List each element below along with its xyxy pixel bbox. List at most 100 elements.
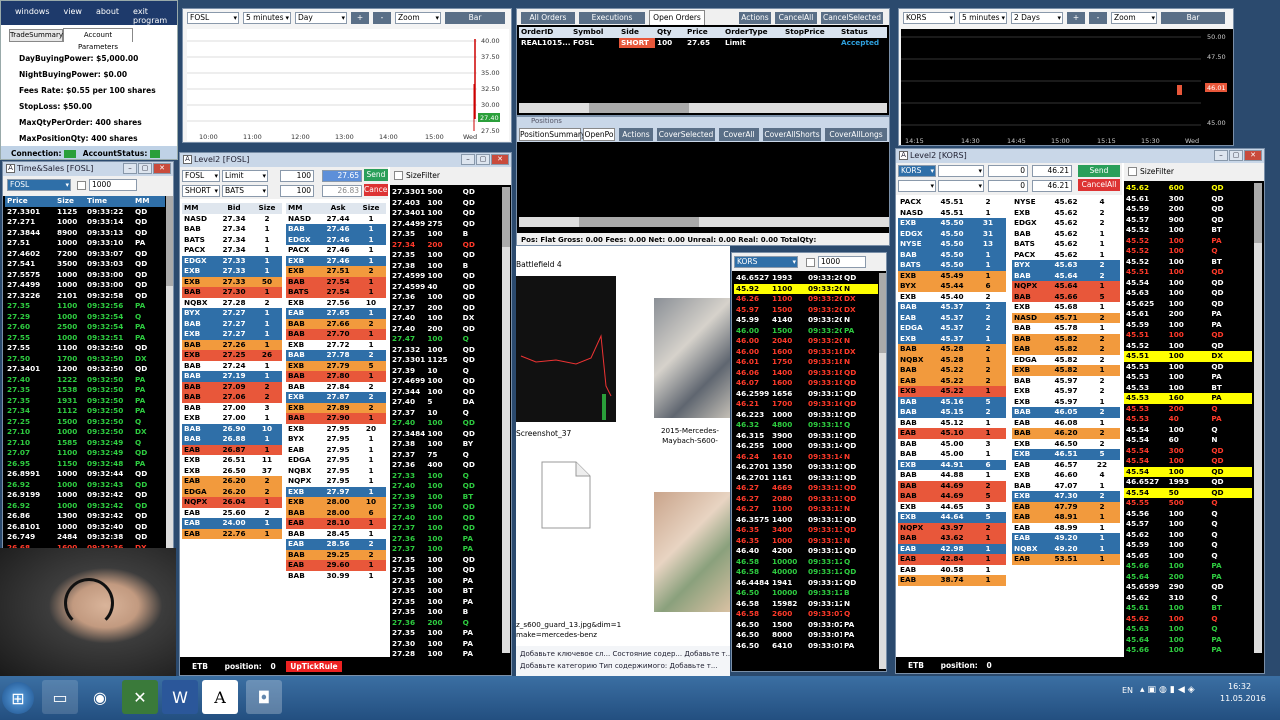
ask-row[interactable]: BAB 46.20 2 <box>1012 428 1120 439</box>
bid-row[interactable]: EXB 44.65 3 <box>898 501 1006 512</box>
bid-row[interactable]: NQPX 26.04 1 <box>182 497 282 508</box>
ask-row[interactable]: EXB 27.46 1 <box>286 255 386 266</box>
col-price[interactable]: Price <box>5 196 55 207</box>
language-indicator[interactable]: EN <box>1122 686 1133 695</box>
ask-row[interactable]: BAB 45.78 1 <box>1012 323 1120 334</box>
chart-zoom-select[interactable]: Zoom <box>395 12 441 24</box>
col-ask[interactable]: Ask <box>320 203 356 214</box>
ask-row[interactable]: BAB 27.54 1 <box>286 276 386 287</box>
bid-row[interactable]: BAB 45.28 2 <box>898 344 1006 355</box>
l2-qty2-input[interactable]: 0 <box>988 180 1028 192</box>
bid-row[interactable]: EAB 24.00 1 <box>182 518 282 529</box>
level2-fosl-title-bar[interactable]: A Level2 [FOSL] – ▢ ✕ <box>180 153 511 167</box>
ask-row[interactable]: EXB 45.97 1 <box>1012 396 1120 407</box>
ask-row[interactable]: EXB 27.97 1 <box>286 486 386 497</box>
col-symbol[interactable]: Symbol <box>571 27 619 38</box>
l2-send-button[interactable]: Send <box>364 169 388 181</box>
col-mm[interactable]: MM <box>286 203 320 214</box>
chart-type-button[interactable]: Bar <box>1161 12 1225 24</box>
cancel-all-button[interactable]: CancelAll <box>775 12 817 24</box>
level2-kors-title-bar[interactable]: A Level2 [KORS] – ▢ ✕ <box>896 149 1264 163</box>
chart-zoom-select[interactable]: Zoom <box>1111 12 1157 24</box>
maximize-button[interactable]: ▢ <box>138 163 152 174</box>
ask-row[interactable]: BAB 27.70 1 <box>286 329 386 340</box>
ask-row[interactable]: EXB 46.60 4 <box>1012 470 1120 481</box>
ask-row[interactable]: EAB 47.79 2 <box>1012 501 1120 512</box>
ask-row[interactable]: BAB 47.07 1 <box>1012 480 1120 491</box>
bid-row[interactable]: BAB 45.16 5 <box>898 396 1006 407</box>
ask-row[interactable]: EAB 29.60 1 <box>286 560 386 571</box>
order-row[interactable]: REAL1015... FOSL SHORT 100 27.65 Limit A… <box>519 37 887 48</box>
ask-row[interactable]: EAB 45.82 2 <box>1012 344 1120 355</box>
tab-open-positions[interactable]: OpenPo <box>583 128 615 141</box>
word-icon[interactable]: W <box>162 680 198 714</box>
positions-actions-menu[interactable]: Actions <box>619 128 653 141</box>
bid-row[interactable]: NQPX 43.97 2 <box>898 522 1006 533</box>
ask-row[interactable]: BAB 27.90 1 <box>286 413 386 424</box>
ts-size-filter-checkbox[interactable] <box>77 181 86 190</box>
col-stopprice[interactable]: StopPrice <box>783 27 839 38</box>
l2-qty2-input[interactable]: 100 <box>280 185 314 197</box>
bid-row[interactable]: EXB 27.00 1 <box>182 413 282 424</box>
l2-stop-price-input[interactable]: 46.21 <box>1032 180 1072 192</box>
ask-row[interactable]: BAB 27.78 2 <box>286 350 386 361</box>
chrome-icon[interactable]: ◉ <box>82 680 118 714</box>
chart-interval-select[interactable]: 5 minutes <box>959 12 1007 24</box>
chart-zoom-out-button[interactable]: - <box>1089 12 1107 24</box>
time-sales-title-bar[interactable]: A Time&Sales [FOSL] – ▢ ✕ <box>3 162 173 176</box>
ask-row[interactable]: EXB 47.30 2 <box>1012 491 1120 502</box>
chart-symbol-select[interactable]: KORS <box>903 12 955 24</box>
tray-icons[interactable]: ▴▣◍▮◀◈ <box>1140 685 1198 695</box>
ask-row[interactable]: BAB 46.05 2 <box>1012 407 1120 418</box>
ask-row[interactable]: BAB 30.99 1 <box>286 570 386 581</box>
bid-row[interactable]: BAB 26.90 10 <box>182 423 282 434</box>
explorer-item-label[interactable]: Screenshot_37 <box>516 429 571 438</box>
ask-row[interactable]: EXB 27.72 1 <box>286 339 386 350</box>
bid-row[interactable]: EAB 26.20 2 <box>182 476 282 487</box>
chart-type-button[interactable]: Bar <box>445 12 505 24</box>
ask-row[interactable]: EXB 27.56 10 <box>286 297 386 308</box>
ask-row[interactable]: EXB 46.50 2 <box>1012 438 1120 449</box>
col-price[interactable]: Price <box>685 27 723 38</box>
close-button[interactable]: ✕ <box>1244 150 1262 161</box>
chart-zoom-in-button[interactable]: + <box>351 12 369 24</box>
bid-row[interactable]: BAB 45.37 2 <box>898 302 1006 313</box>
document-icon[interactable] <box>540 460 592 530</box>
ask-row[interactable]: NASD 45.71 2 <box>1012 312 1120 323</box>
bid-row[interactable]: EXB 45.22 1 <box>898 386 1006 397</box>
tab-trade-summary[interactable]: TradeSummary <box>9 29 63 42</box>
col-orderid[interactable]: OrderID <box>519 27 571 38</box>
bid-row[interactable]: EDGX 45.50 31 <box>898 228 1006 239</box>
bid-row[interactable]: PACX 27.34 1 <box>182 245 282 256</box>
bid-row[interactable]: BAB 27.27 1 <box>182 318 282 329</box>
ask-row[interactable]: BYX 27.95 1 <box>286 434 386 445</box>
ask-row[interactable]: PACX 45.62 1 <box>1012 249 1120 260</box>
explorer-item-label[interactable]: z_s600_guard_13.jpg&dim=1 make=mercedes-… <box>516 620 648 640</box>
close-button[interactable]: ✕ <box>491 154 509 165</box>
bid-row[interactable]: BAB 26.88 1 <box>182 434 282 445</box>
ask-row[interactable]: NQBX 27.95 1 <box>286 465 386 476</box>
tape-scrollbar[interactable] <box>502 187 510 653</box>
menu-about[interactable]: about <box>96 7 119 19</box>
tab-position-summary[interactable]: PositionSummary <box>519 128 585 141</box>
bid-row[interactable]: BAB 45.00 3 <box>898 438 1006 449</box>
bid-row[interactable]: EXB 44.64 5 <box>898 512 1006 523</box>
platform-a-icon[interactable]: A <box>202 680 238 714</box>
chart-symbol-select[interactable]: FOSL <box>187 12 239 24</box>
ask-row[interactable]: EXB 46.51 5 <box>1012 449 1120 460</box>
ask-row[interactable]: EXB 27.79 5 <box>286 360 386 371</box>
bid-row[interactable]: PACX 45.51 2 <box>898 197 1006 208</box>
bid-row[interactable]: NQBX 27.28 2 <box>182 297 282 308</box>
ask-row[interactable]: BAB 45.64 2 <box>1012 270 1120 281</box>
l2-send-button[interactable]: Send <box>1078 165 1120 177</box>
l2-side-select[interactable] <box>898 180 936 192</box>
ask-row[interactable]: EXB 27.87 2 <box>286 392 386 403</box>
bid-row[interactable]: BAB 27.06 2 <box>182 392 282 403</box>
ask-row[interactable]: BATS 27.54 1 <box>286 287 386 298</box>
ask-row[interactable]: EXB 27.95 20 <box>286 423 386 434</box>
bid-row[interactable]: NQBX 45.28 1 <box>898 354 1006 365</box>
tape-scrollbar[interactable] <box>1254 183 1262 653</box>
bid-row[interactable]: BAB 45.12 1 <box>898 417 1006 428</box>
l2-cancel-all-button[interactable]: CancelAll <box>364 184 399 196</box>
ts-symbol-input[interactable]: FOSL <box>7 179 71 191</box>
